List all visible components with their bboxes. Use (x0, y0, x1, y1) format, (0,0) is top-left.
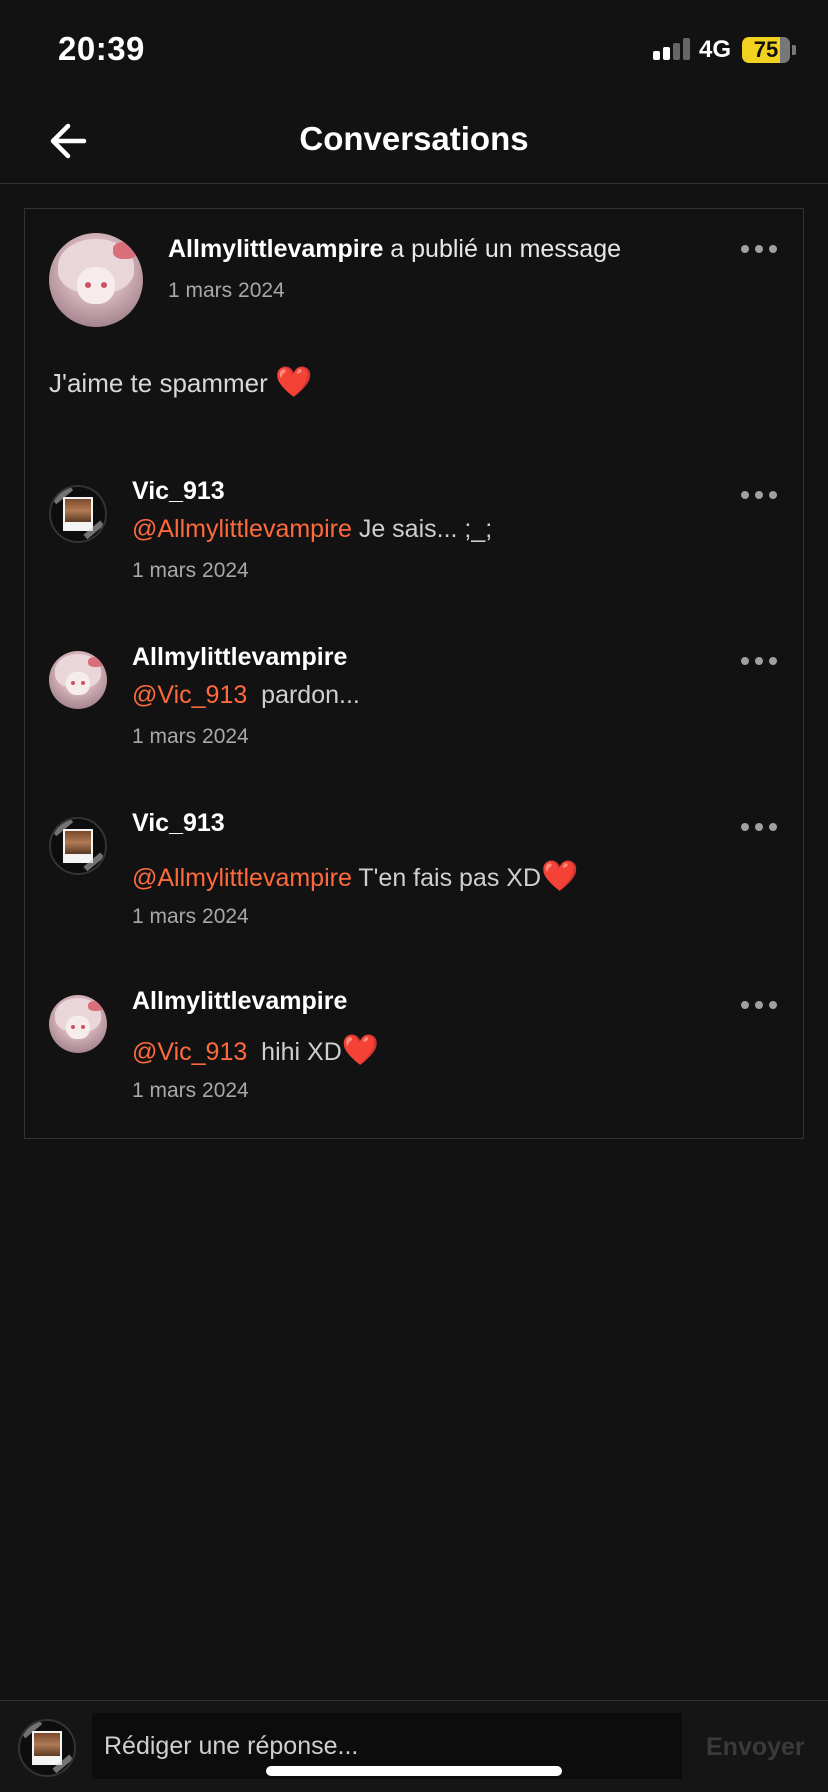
comment-more-button[interactable] (739, 485, 779, 505)
top-navigation-bar: Conversations (0, 98, 828, 184)
post-header: Allmylittlevampire a publié un message (168, 235, 621, 264)
comment-more-button[interactable] (739, 995, 779, 1015)
comment-message: pardon... (247, 681, 360, 709)
mention-link[interactable]: @Vic_913 (132, 681, 247, 709)
comment-text: @Allmylittlevampire Je sais... ;_; (132, 515, 492, 544)
comment-date: 1 mars 2024 (132, 725, 249, 748)
post-body: J'aime te spammer ❤️ (49, 365, 312, 400)
mention-link[interactable]: @Allmylittlevampire (132, 515, 352, 543)
comment-item: Allmylittlevampire @Vic_913 pardon... 1 … (25, 643, 803, 793)
home-indicator (266, 1766, 562, 1776)
comment-author[interactable]: Allmylittlevampire (132, 643, 347, 672)
page-title: Conversations (299, 120, 529, 157)
reply-bar: Envoyer (0, 1700, 828, 1792)
current-user-avatar (18, 1719, 76, 1777)
comment-author[interactable]: Vic_913 (132, 477, 225, 506)
status-bar: 20:39 4G 75 (0, 0, 828, 98)
commenter-avatar[interactable] (49, 995, 107, 1053)
comment-item: Vic_913 @Allmylittlevampire T'en fais pa… (25, 809, 803, 959)
status-time: 20:39 (58, 30, 145, 67)
network-type: 4G (699, 36, 732, 63)
send-button[interactable]: Envoyer (706, 1733, 805, 1762)
heart-emoji: ❤️ (541, 860, 579, 893)
conversation-card: Allmylittlevampire a publié un message 1… (24, 208, 804, 1139)
battery-icon: 75 (742, 37, 790, 63)
heart-emoji: ❤️ (275, 366, 313, 399)
comment-message: T'en fais pas XD (351, 864, 541, 892)
commenter-avatar[interactable] (49, 817, 107, 875)
post-author-avatar[interactable] (49, 233, 143, 327)
comment-date: 1 mars 2024 (132, 559, 249, 582)
post-body-text: J'aime te spammer (49, 368, 276, 398)
heart-emoji: ❤️ (341, 1034, 380, 1067)
post-more-button[interactable] (739, 239, 779, 259)
comment-more-button[interactable] (739, 817, 779, 837)
mention-link[interactable]: @Allmylittlevampire (132, 864, 352, 892)
mention-link[interactable]: @Vic_913 (132, 1038, 247, 1066)
comment-message: Je sais... ;_; (351, 515, 493, 543)
signal-icon (653, 38, 691, 60)
commenter-avatar[interactable] (49, 485, 107, 543)
comment-item: Allmylittlevampire @Vic_913 hihi XD❤️ 1 … (25, 987, 803, 1137)
battery-tip (792, 45, 796, 55)
comment-date: 1 mars 2024 (132, 1079, 249, 1102)
app-screen: 20:39 4G 75 Conversations Allmylittlevam… (0, 0, 828, 1792)
post-action-text: a publié un message (383, 235, 622, 263)
comment-author[interactable]: Vic_913 (132, 809, 225, 838)
comment-message: hihi XD (247, 1038, 342, 1066)
comment-date: 1 mars 2024 (132, 905, 249, 928)
comment-text: @Vic_913 hihi XD❤️ (132, 1033, 379, 1068)
post-author-name[interactable]: Allmylittlevampire (168, 235, 383, 263)
battery-level: 75 (753, 37, 779, 62)
comment-text: @Vic_913 pardon... (132, 681, 360, 710)
commenter-avatar[interactable] (49, 651, 107, 709)
post-date: 1 mars 2024 (168, 279, 285, 302)
comment-more-button[interactable] (739, 651, 779, 671)
comment-text: @Allmylittlevampire T'en fais pas XD❤️ (132, 859, 578, 894)
comment-item: Vic_913 @Allmylittlevampire Je sais... ;… (25, 477, 803, 627)
comment-author[interactable]: Allmylittlevampire (132, 987, 347, 1016)
